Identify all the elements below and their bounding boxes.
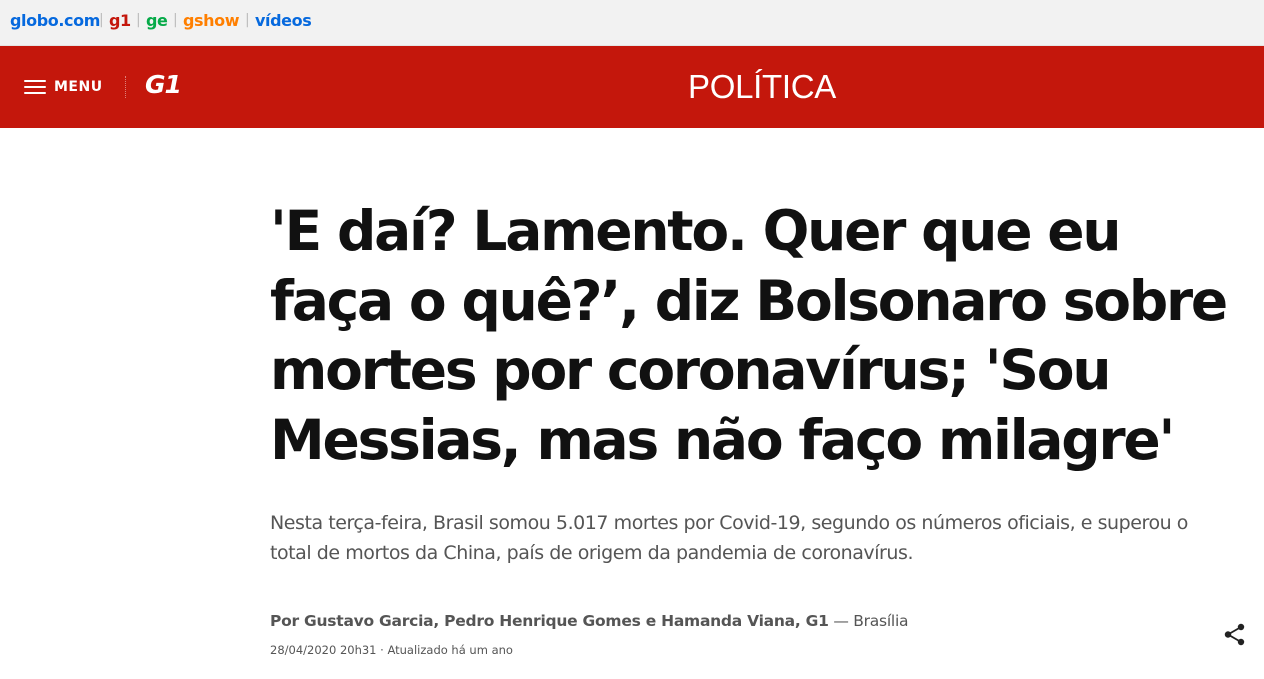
ge-link[interactable]: ge — [146, 11, 168, 30]
share-icon — [1224, 623, 1245, 646]
menu-label: MENU — [54, 79, 103, 95]
menu-button[interactable]: MENU — [24, 74, 103, 100]
article-timestamp: 28/04/2020 20h31 · Atualizado há um ano — [270, 643, 513, 657]
byline-authors: Por Gustavo Garcia, Pedro Henrique Gomes… — [270, 612, 829, 630]
topbar-separator: | — [136, 12, 141, 28]
share-button[interactable] — [1222, 622, 1248, 648]
globo-top-bar: globo.com | g1 | ge | gshow | vídeos — [0, 0, 1264, 46]
videos-link[interactable]: vídeos — [255, 11, 312, 30]
byline-location: — Brasília — [828, 612, 909, 630]
article-headline: 'E daí? Lamento. Quer que eu faça o quê?… — [270, 199, 1228, 472]
g1-logo[interactable]: G1 — [145, 70, 182, 99]
g1-link[interactable]: g1 — [109, 11, 131, 30]
hamburger-icon — [24, 79, 46, 95]
section-title[interactable]: POLÍTICA — [688, 68, 836, 106]
globo-com-link[interactable]: globo.com — [10, 11, 100, 30]
article-subtitle: Nesta terça-feira, Brasil somou 5.017 mo… — [270, 512, 1188, 564]
topbar-separator: | — [245, 12, 250, 28]
g1-header: MENU G1 POLÍTICA — [0, 46, 1264, 128]
article-byline: Por Gustavo Garcia, Pedro Henrique Gomes… — [270, 612, 909, 630]
topbar-separator: | — [173, 12, 178, 28]
topbar-separator: | — [99, 12, 104, 28]
header-divider — [125, 76, 126, 98]
gshow-link[interactable]: gshow — [183, 11, 240, 30]
